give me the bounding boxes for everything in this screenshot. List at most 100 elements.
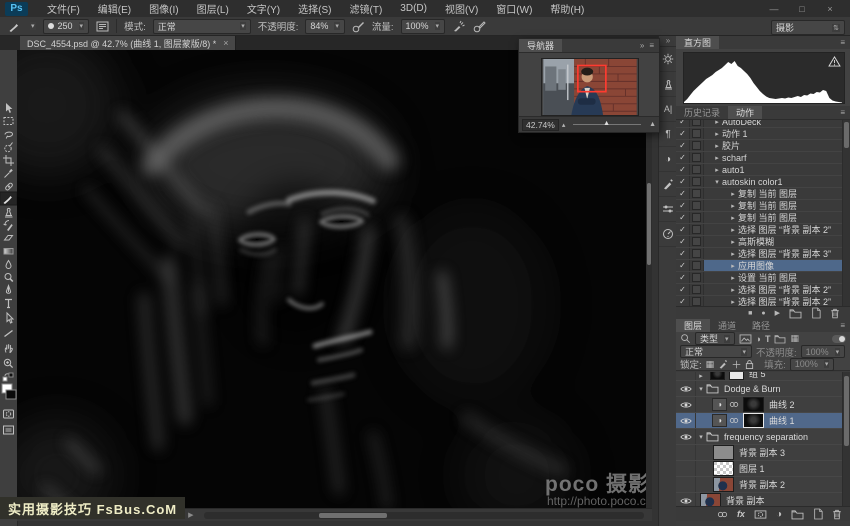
disclosure-triangle-icon[interactable]: ▸ (728, 226, 738, 234)
disclosure-triangle-icon[interactable]: ▸ (712, 166, 722, 174)
actions-menu-icon[interactable]: ≡ (840, 108, 845, 117)
zoom-slider-thumb[interactable]: ▲ (603, 120, 610, 127)
layer-fill-input[interactable]: 100% ▾ (790, 358, 835, 371)
dodge-tool[interactable] (5, 274, 13, 282)
disclosure-triangle-icon[interactable]: ▸ (728, 238, 738, 246)
adjustments-panel-icon[interactable] (659, 47, 677, 72)
spot-healing-brush-tool[interactable] (5, 182, 13, 190)
layer-style-button[interactable]: fx (737, 509, 745, 519)
workspace-switcher[interactable]: 摄影 ⇅ (771, 20, 845, 35)
actions-tab[interactable]: 动作 (728, 106, 762, 119)
opacity-input[interactable]: 84% ▾ (305, 19, 345, 34)
toggle-brush-panel-icon[interactable] (96, 21, 109, 32)
blur-tool[interactable] (6, 261, 11, 269)
menu-help[interactable]: 帮助(H) (541, 1, 593, 16)
collapse-panel-icon[interactable]: » (640, 41, 644, 50)
layer-visibility-toggle[interactable] (676, 493, 696, 506)
menu-select[interactable]: 选择(S) (289, 1, 340, 16)
menu-edit[interactable]: 编辑(E) (89, 1, 140, 16)
brush-settings-panel-icon[interactable] (659, 197, 677, 222)
brush-presets-panel-icon[interactable] (659, 172, 677, 197)
action-check-icon[interactable]: ✓ (676, 296, 690, 306)
histogram-tab[interactable]: 直方图 (676, 36, 719, 49)
play-action-button[interactable]: ▶ (775, 309, 780, 317)
menu-window[interactable]: 窗口(W) (487, 1, 541, 16)
action-row[interactable]: ✓▸胶片 (676, 140, 850, 152)
action-dialog-checkbox[interactable] (690, 296, 704, 306)
action-check-icon[interactable]: ✓ (676, 140, 690, 151)
layers-tab[interactable]: 图层 (676, 319, 710, 332)
gradient-tool[interactable] (4, 249, 13, 255)
clone-stamp-tool[interactable] (5, 208, 13, 217)
disclosure-triangle-icon[interactable]: ▸ (712, 154, 722, 162)
close-window-button[interactable]: × (824, 4, 836, 14)
action-row[interactable]: ✓▸auto1 (676, 164, 850, 176)
flow-dropdown-arrow[interactable]: ▾ (435, 22, 441, 30)
layer-row[interactable]: ◑ 曲线 2 (676, 397, 850, 413)
disclosure-triangle-icon[interactable]: ▸ (728, 274, 738, 282)
layer-row[interactable]: ▸ 组 5 (676, 372, 850, 381)
zoom-tool[interactable] (4, 359, 12, 367)
disclosure-triangle-icon[interactable]: ▸ (728, 250, 738, 258)
layer-visibility-toggle[interactable] (676, 461, 696, 476)
layer-group-row[interactable]: ▾ Dodge & Burn (676, 381, 850, 397)
lock-pixels-icon[interactable] (718, 359, 728, 369)
layer-filter-type-select[interactable]: 类型 ▾ (695, 332, 735, 345)
disclosure-triangle-icon[interactable]: ▸ (712, 130, 722, 138)
action-dialog-checkbox[interactable] (690, 212, 704, 223)
action-row[interactable]: ✓▸动作 1 (676, 128, 850, 140)
navigator-tab[interactable]: 导航器 (519, 39, 562, 52)
lock-all-icon[interactable] (745, 359, 754, 370)
layer-visibility-toggle[interactable] (676, 477, 696, 492)
filter-shape-layers-icon[interactable] (774, 334, 786, 344)
paths-tab[interactable]: 路径 (744, 319, 778, 332)
path-selection-tool[interactable] (7, 313, 13, 323)
navigator-zoom-slider[interactable]: ▲ (573, 124, 641, 125)
action-check-icon[interactable]: ✓ (676, 224, 690, 235)
menu-file[interactable]: 文件(F) (38, 1, 89, 16)
action-check-icon[interactable]: ✓ (676, 128, 690, 139)
shape-tool[interactable] (5, 331, 13, 337)
swap-colors-icon[interactable] (3, 373, 13, 381)
action-dialog-checkbox[interactable] (690, 260, 704, 271)
menu-type[interactable]: 文字(Y) (238, 1, 289, 16)
action-dialog-checkbox[interactable] (690, 140, 704, 151)
action-dialog-checkbox[interactable] (690, 120, 704, 127)
layer-row-selected[interactable]: ◑ 曲线 1 (676, 413, 850, 429)
group-triangle-icon[interactable]: ▾ (696, 433, 706, 441)
horizontal-scrollbar-thumb[interactable] (319, 513, 387, 518)
action-check-icon[interactable]: ✓ (676, 188, 690, 199)
info-panel-icon[interactable] (659, 222, 677, 247)
document-tab[interactable]: DSC_4554.psd @ 42.7% (曲线 1, 图层蒙版/8) * × (20, 36, 236, 50)
layer-row[interactable]: 背景 副本 (676, 493, 850, 506)
disclosure-triangle-icon[interactable]: ▾ (712, 178, 722, 186)
clone-source-panel-icon[interactable] (659, 72, 677, 97)
blend-mode-select[interactable]: 正常 ▾ (153, 19, 251, 34)
status-popup-arrow-icon[interactable]: ▶ (188, 511, 193, 519)
begin-recording-button[interactable]: ● (761, 310, 765, 317)
disclosure-triangle-icon[interactable]: ▸ (712, 142, 722, 150)
actions-scrollbar-thumb[interactable] (844, 122, 849, 148)
brush-preset-picker[interactable]: 250 ▾ (43, 19, 90, 34)
disclosure-triangle-icon[interactable]: ▸ (728, 214, 738, 222)
maximize-button[interactable]: □ (796, 4, 808, 14)
menu-3d[interactable]: 3D(D) (391, 3, 436, 14)
action-check-icon[interactable]: ✓ (676, 152, 690, 163)
channels-tab[interactable]: 通道 (710, 319, 744, 332)
pressure-size-icon[interactable] (473, 20, 486, 33)
layer-visibility-toggle[interactable] (676, 381, 696, 396)
menu-layer[interactable]: 图层(L) (188, 1, 238, 16)
background-color-swatch[interactable] (6, 390, 16, 399)
expand-dock-icon[interactable]: » (659, 36, 677, 47)
disclosure-triangle-icon[interactable]: ▸ (728, 202, 738, 210)
layer-thumbnail[interactable] (700, 493, 721, 506)
action-dialog-checkbox[interactable] (690, 284, 704, 295)
layers-scrollbar[interactable] (842, 372, 850, 506)
action-dialog-checkbox[interactable] (690, 152, 704, 163)
brush-tool-dropdown-arrow[interactable]: ▾ (30, 22, 36, 30)
eyedropper-tool[interactable] (5, 169, 13, 178)
action-dialog-checkbox[interactable] (690, 248, 704, 259)
action-dialog-checkbox[interactable] (690, 236, 704, 247)
layer-visibility-toggle[interactable] (676, 445, 696, 460)
airbrush-icon[interactable] (452, 20, 466, 33)
